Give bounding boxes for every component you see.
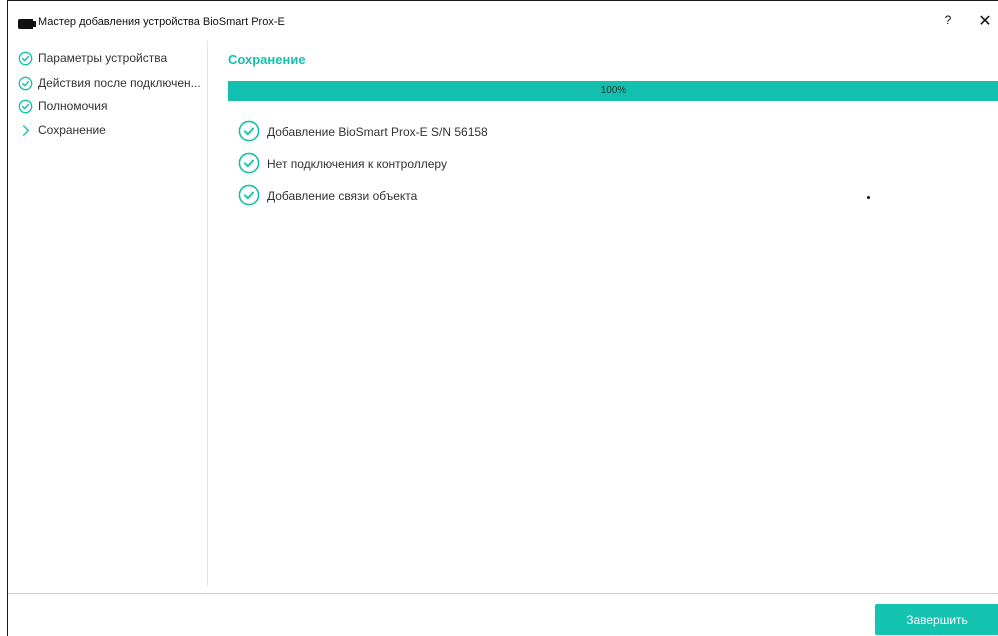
sidebar-step-permissions[interactable]: Полномочия — [8, 96, 208, 118]
task-item: Нет подключения к контроллеру — [238, 152, 838, 176]
sidebar-step-saving[interactable]: Сохранение — [8, 120, 208, 142]
progress-bar: 100% — [228, 81, 998, 101]
task-label: Добавление BioSmart Prox-E S/N 56158 — [267, 125, 488, 139]
check-circle-icon — [238, 184, 260, 206]
close-button[interactable]: ✕ — [976, 11, 994, 31]
task-label: Добавление связи объекта — [267, 189, 418, 203]
sidebar-step-post-connect-actions[interactable]: Действия после подключен... — [8, 73, 208, 95]
check-circle-icon — [238, 152, 260, 174]
check-circle-icon — [18, 51, 33, 66]
task-item: Добавление связи объекта — [238, 184, 838, 208]
check-circle-icon — [238, 120, 260, 142]
section-title: Сохранение — [228, 52, 306, 67]
title-bar: Мастер добавления устройства BioSmart Pr… — [8, 1, 998, 37]
app-icon — [18, 19, 36, 29]
footer-divider — [8, 593, 998, 594]
sidebar-step-label: Полномочия — [38, 99, 108, 113]
sidebar-step-device-params[interactable]: Параметры устройства — [8, 48, 208, 70]
wizard-window: Мастер добавления устройства BioSmart Pr… — [7, 0, 998, 636]
main-content: Сохранение 100% Добавление BioSmart Prox… — [228, 41, 998, 586]
check-circle-icon — [18, 76, 33, 91]
cursor-dot — [867, 196, 870, 199]
sidebar-step-label: Параметры устройства — [38, 51, 168, 65]
steps-sidebar: Параметры устройства Действия после подк… — [8, 41, 208, 586]
sidebar-step-label: Сохранение — [38, 123, 106, 137]
progress-label: 100% — [600, 85, 627, 96]
sidebar-step-label: Действия после подключен... — [38, 76, 201, 90]
help-button[interactable]: ? — [940, 13, 956, 31]
task-item: Добавление BioSmart Prox-E S/N 56158 — [238, 120, 838, 144]
finish-button[interactable]: Завершить — [875, 604, 998, 635]
window-title: Мастер добавления устройства BioSmart Pr… — [38, 16, 285, 28]
task-label: Нет подключения к контроллеру — [267, 157, 447, 171]
chevron-right-icon — [22, 125, 29, 136]
check-circle-icon — [18, 99, 33, 114]
